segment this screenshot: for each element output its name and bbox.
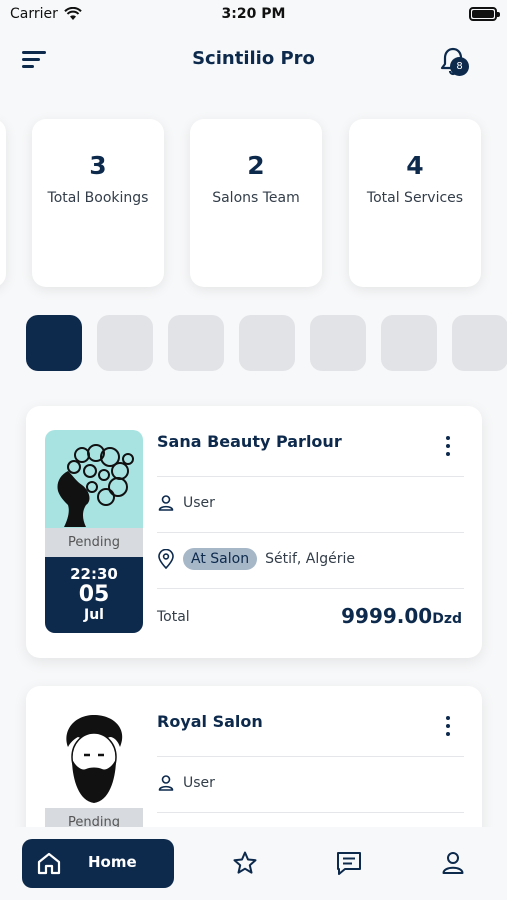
status-bar: Carrier 3:20 PM — [0, 0, 507, 28]
filter-chip[interactable] — [310, 315, 366, 371]
notification-badge: 8 — [450, 57, 469, 76]
stat-card-bookings[interactable]: 3 Total Bookings — [32, 119, 164, 287]
booking-hour: 22:30 — [70, 565, 118, 583]
user-icon — [158, 495, 174, 511]
location-pin-icon — [158, 549, 174, 569]
booking-location-row: At Salon Sétif, Algérie — [157, 548, 464, 570]
booking-user-row: User — [157, 494, 464, 512]
booking-month: Jul — [84, 607, 104, 623]
booking-status: Pending — [45, 528, 143, 557]
stat-card-services[interactable]: 4 Total Services — [349, 119, 481, 287]
user-label: User — [183, 775, 215, 791]
tab-favorites[interactable] — [231, 849, 259, 877]
booking-thumbnail: Pending 22:30 05 Jul — [45, 430, 143, 633]
salon-name: Royal Salon — [157, 712, 263, 731]
tab-home-label: Home — [88, 853, 137, 871]
app-header: Scintilio Pro 8 — [0, 36, 507, 82]
booking-card[interactable]: Pending 22:30 05 Jul Sana Beauty Parlour… — [26, 406, 482, 658]
user-label: User — [183, 495, 215, 511]
salon-logo — [45, 710, 143, 808]
salon-name: Sana Beauty Parlour — [157, 432, 342, 451]
bearded-man-icon — [66, 715, 123, 803]
booking-thumbnail: Pending — [45, 710, 143, 837]
divider — [157, 532, 464, 533]
filter-chip[interactable] — [168, 315, 224, 371]
currency: Dzd — [432, 611, 462, 627]
home-icon — [37, 852, 61, 875]
more-options-button[interactable] — [434, 712, 462, 740]
booking-date: 22:30 05 Jul — [45, 557, 143, 633]
divider — [157, 756, 464, 757]
filter-chip[interactable] — [97, 315, 153, 371]
star-icon — [233, 851, 257, 874]
stat-value: 3 — [89, 151, 107, 180]
stat-value: 4 — [406, 151, 424, 180]
total-value: 9999.00 — [341, 604, 433, 628]
clock: 3:20 PM — [221, 6, 286, 22]
location-label: Sétif, Algérie — [265, 551, 356, 567]
booking-card[interactable]: Pending Royal Salon User — [26, 686, 482, 846]
bottom-tab-bar: Home — [0, 827, 507, 900]
user-icon — [158, 775, 174, 791]
booking-day: 05 — [78, 582, 110, 607]
salon-logo — [45, 430, 143, 528]
stat-card-partial — [0, 119, 6, 287]
filter-chip-active[interactable] — [26, 315, 82, 371]
tab-profile[interactable] — [439, 849, 467, 877]
stat-label: Total Bookings — [47, 190, 149, 206]
chat-icon — [337, 852, 361, 875]
total-amount: 9999.00Dzd — [341, 604, 462, 628]
profile-icon — [442, 852, 464, 874]
battery-icon — [469, 7, 500, 21]
tab-messages[interactable] — [335, 849, 363, 877]
filter-chip[interactable] — [381, 315, 437, 371]
tab-home[interactable]: Home — [22, 839, 174, 888]
filter-chip[interactable] — [452, 315, 507, 371]
stat-label: Salons Team — [212, 190, 300, 206]
notifications-button[interactable]: 8 — [438, 44, 474, 80]
service-type-badge: At Salon — [183, 548, 258, 570]
stat-card-salons-team[interactable]: 2 Salons Team — [190, 119, 322, 287]
app-title: Scintilio Pro — [192, 48, 315, 69]
stat-value: 2 — [247, 151, 265, 180]
stat-label: Total Services — [366, 190, 464, 206]
booking-user-row: User — [157, 774, 464, 792]
divider — [157, 476, 464, 477]
divider — [157, 812, 464, 813]
divider — [157, 588, 464, 589]
woman-silhouette-icon — [57, 444, 134, 527]
more-options-button[interactable] — [434, 432, 462, 460]
filter-chip[interactable] — [239, 315, 295, 371]
total-label: Total — [157, 609, 190, 625]
